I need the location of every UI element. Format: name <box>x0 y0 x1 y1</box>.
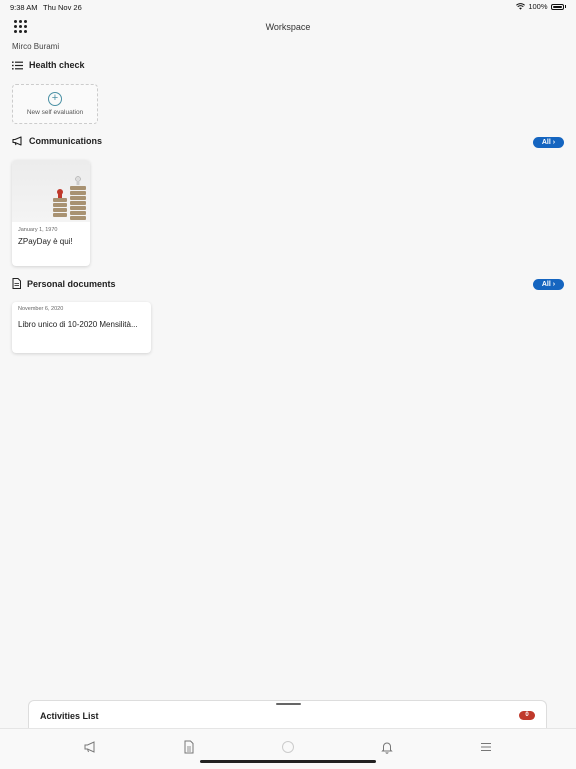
communications-title: Communications <box>29 136 103 146</box>
page-title: Workspace <box>265 22 311 32</box>
communications-all-button[interactable]: All › <box>533 137 564 148</box>
home-indicator[interactable] <box>200 760 376 763</box>
coins-illustration <box>53 176 86 220</box>
checklist-icon <box>12 61 23 69</box>
tab-documents-document-icon[interactable] <box>182 740 196 754</box>
tab-menu-icon[interactable] <box>479 740 493 754</box>
status-date: Thu Nov 26 <box>43 3 82 12</box>
communication-date: January 1, 1970 <box>18 227 58 233</box>
communications-header: Communications <box>12 136 102 146</box>
tab-communications-megaphone-icon[interactable] <box>83 740 97 754</box>
document-icon <box>12 278 21 289</box>
documents-all-label: All <box>541 281 551 288</box>
battery-icon <box>550 3 564 10</box>
health-check-header: Health check <box>12 60 85 70</box>
document-date: November 6, 2020 <box>18 306 64 312</box>
battery-percent: 100% <box>528 2 548 11</box>
wifi-icon <box>516 3 526 10</box>
new-self-evaluation-label: New self evaluation <box>26 109 84 116</box>
status-right: 100% <box>516 2 566 11</box>
new-self-evaluation-card[interactable]: + New self evaluation <box>12 84 98 124</box>
document-title: Libro unico di 10-2020 Mensilità... <box>18 320 138 329</box>
document-card[interactable]: November 6, 2020 Libro unico di 10-2020 … <box>12 302 151 353</box>
communication-card[interactable]: January 1, 1970 ZPayDay è qui! <box>12 160 90 266</box>
tab-home-circle-icon[interactable] <box>281 740 295 754</box>
activities-title: Activities List <box>40 711 99 721</box>
status-time: 9:38 AM <box>10 3 38 12</box>
user-name: Mirco Burami <box>12 42 60 51</box>
battery-tip <box>564 5 566 8</box>
activities-count-badge: 0 <box>519 711 535 720</box>
sheet-drag-handle[interactable] <box>276 703 301 705</box>
documents-header: Personal documents <box>12 278 116 289</box>
coins-image <box>12 160 90 222</box>
communication-title: ZPayDay è qui! <box>18 237 73 246</box>
tab-notifications-bell-icon[interactable] <box>380 740 394 754</box>
status-bar: 9:38 AM Thu Nov 26 100% <box>0 0 576 14</box>
megaphone-icon <box>12 136 22 146</box>
documents-all-button[interactable]: All › <box>533 279 564 290</box>
activities-sheet[interactable]: Activities List 0 <box>28 700 547 728</box>
communications-all-label: All <box>541 139 551 146</box>
health-check-title: Health check <box>29 60 85 70</box>
documents-title: Personal documents <box>27 278 116 289</box>
plus-circle-icon: + <box>48 92 62 106</box>
